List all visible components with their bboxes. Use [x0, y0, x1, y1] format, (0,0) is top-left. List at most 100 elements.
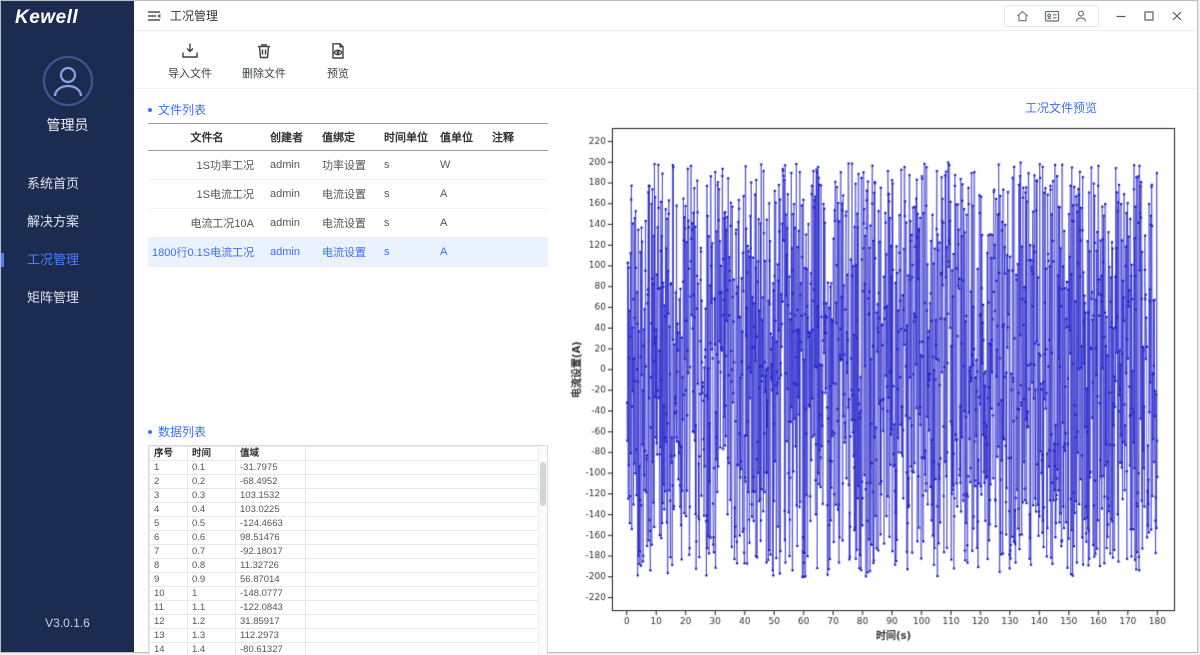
data-cell: 4: [150, 503, 188, 517]
minimize-button[interactable]: [1115, 10, 1127, 22]
list-item[interactable]: 80.811.32726: [150, 559, 547, 573]
file-col-header: 创建者: [266, 124, 318, 151]
collapse-sidebar-icon[interactable]: [146, 9, 162, 23]
table-cell: [488, 180, 548, 209]
data-cell: -80.61327: [236, 643, 306, 655]
data-cell: 56.87014: [236, 573, 306, 587]
table-cell: [488, 209, 548, 238]
data-col-header: [306, 447, 547, 461]
condition-chart: [566, 118, 1187, 645]
data-cell: 1.1: [188, 601, 236, 615]
user-icon[interactable]: [1074, 9, 1088, 23]
data-cell: 10: [150, 587, 188, 601]
list-item[interactable]: 60.698.51476: [150, 531, 547, 545]
data-list-body: 10.1-31.797520.2-68.495230.3103.153240.4…: [150, 461, 547, 655]
app-window: Kewell 管理员 系统首页解决方案工况管理矩阵管理 V3.0.1.6 工况管…: [0, 0, 1198, 653]
list-item[interactable]: 50.5-124.4663: [150, 517, 547, 531]
list-item[interactable]: 90.956.87014: [150, 573, 547, 587]
close-button[interactable]: [1171, 10, 1183, 22]
list-item[interactable]: 101-148.0777: [150, 587, 547, 601]
sidebar-item-solutions[interactable]: 解决方案: [1, 203, 134, 241]
data-col-header: 值域: [236, 447, 306, 461]
toolbar: 导入文件 删除文件预览: [134, 31, 1197, 89]
table-cell: A: [436, 238, 488, 267]
title-bar: 工况管理: [134, 1, 1197, 31]
list-item[interactable]: 30.3103.1532: [150, 489, 547, 503]
data-cell: 2: [150, 475, 188, 489]
data-cell: [306, 475, 547, 489]
file-list-table: 文件名创建者值绑定时间单位值单位注释 1S功率工况admin功率设置sW1S电流…: [148, 123, 548, 267]
data-cell: 1.4: [188, 643, 236, 655]
data-cell: 0.7: [188, 545, 236, 559]
table-cell: admin: [266, 151, 318, 180]
sidebar-item-home[interactable]: 系统首页: [1, 165, 134, 203]
table-cell: 1S电流工况: [148, 180, 266, 209]
list-item[interactable]: 20.2-68.4952: [150, 475, 547, 489]
list-item[interactable]: 40.4103.0225: [150, 503, 547, 517]
file-col-header: 值单位: [436, 124, 488, 151]
data-cell: 11: [150, 601, 188, 615]
list-item[interactable]: 131.3112.2973: [150, 629, 547, 643]
data-cell: [306, 545, 547, 559]
data-cell: [306, 489, 547, 503]
title-bar-right: [1004, 5, 1187, 27]
table-cell: 1800行0.1S电流工况: [148, 238, 266, 267]
import-file-button[interactable]: 导入文件: [166, 41, 214, 81]
data-cell: 0.5: [188, 517, 236, 531]
data-cell: [306, 559, 547, 573]
data-cell: 12: [150, 615, 188, 629]
content: 文件列表 文件名创建者值绑定时间单位值单位注释 1S功率工况admin功率设置s…: [134, 89, 1197, 652]
table-row[interactable]: 电流工况10Aadmin电流设置sA: [148, 209, 548, 238]
tool-label: 预览: [327, 65, 349, 81]
data-cell: -148.0777: [236, 587, 306, 601]
table-cell: s: [380, 238, 436, 267]
table-cell: 电流设置: [318, 209, 380, 238]
main-area: 工况管理: [134, 1, 1197, 652]
delete-file-button[interactable]: 删除文件: [240, 41, 288, 81]
table-row[interactable]: 1S电流工况admin电流设置sA: [148, 180, 548, 209]
data-list-scrollbar[interactable]: [538, 446, 547, 655]
file-col-header: 文件名: [148, 124, 266, 151]
table-cell: [488, 151, 548, 180]
data-cell: -124.4663: [236, 517, 306, 531]
brand-logo: Kewell: [1, 1, 134, 31]
data-cell: 98.51476: [236, 531, 306, 545]
list-item[interactable]: 121.231.85917: [150, 615, 547, 629]
maximize-button[interactable]: [1143, 10, 1155, 22]
list-item[interactable]: 70.7-92.18017: [150, 545, 547, 559]
list-item[interactable]: 141.4-80.61327: [150, 643, 547, 655]
id-card-icon[interactable]: [1044, 9, 1060, 23]
data-cell: 112.2973: [236, 629, 306, 643]
list-item[interactable]: 111.1-122.0843: [150, 601, 547, 615]
file-list-body: 1S功率工况admin功率设置sW1S电流工况admin电流设置sA电流工况10…: [148, 151, 548, 267]
file-col-header: 值绑定: [318, 124, 380, 151]
import-file-icon: [180, 41, 200, 61]
user-avatar-icon: [42, 55, 94, 107]
sidebar-item-condition[interactable]: 工况管理: [1, 241, 134, 279]
data-cell: 31.85917: [236, 615, 306, 629]
scrollbar-thumb[interactable]: [540, 462, 546, 506]
table-row[interactable]: 1S功率工况admin功率设置sW: [148, 151, 548, 180]
list-item[interactable]: 10.1-31.7975: [150, 461, 547, 475]
table-row[interactable]: 1800行0.1S电流工况admin电流设置sA: [148, 238, 548, 267]
data-cell: -31.7975: [236, 461, 306, 475]
table-cell: 电流设置: [318, 180, 380, 209]
data-cell: 0.2: [188, 475, 236, 489]
data-cell: 5: [150, 517, 188, 531]
data-cell: [306, 587, 547, 601]
table-cell: A: [436, 180, 488, 209]
table-cell: admin: [266, 238, 318, 267]
sidebar-item-matrix[interactable]: 矩阵管理: [1, 279, 134, 317]
preview-button[interactable]: 预览: [314, 41, 362, 81]
data-cell: [306, 531, 547, 545]
table-cell: 功率设置: [318, 151, 380, 180]
data-cell: -92.18017: [236, 545, 306, 559]
data-cell: [306, 503, 547, 517]
table-cell: s: [380, 209, 436, 238]
chart-panel: 工况文件预览: [566, 95, 1187, 644]
data-col-header: 时间: [188, 447, 236, 461]
data-cell: 1: [188, 587, 236, 601]
home-icon[interactable]: [1015, 9, 1030, 23]
data-list-title: 数据列表: [148, 423, 556, 440]
tool-label: 导入文件: [168, 65, 212, 81]
